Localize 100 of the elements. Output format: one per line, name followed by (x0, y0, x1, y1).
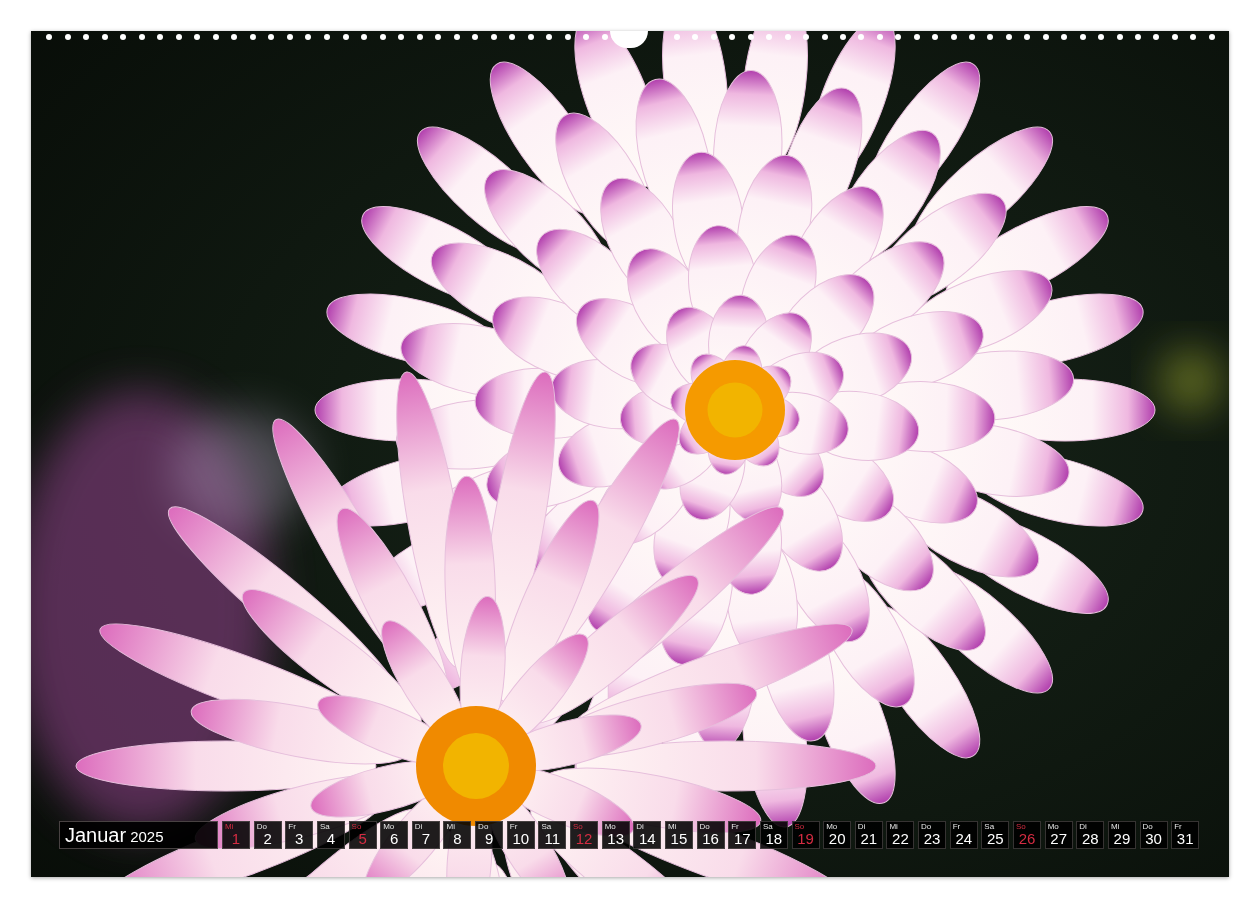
day-number: 9 (484, 831, 494, 847)
binding-hole-icon (305, 34, 312, 40)
weekday-label: Fr (951, 822, 961, 831)
weekday-label: Mo (825, 822, 838, 831)
month-name: Januar (65, 823, 127, 847)
binding-hole-icon (932, 34, 939, 40)
day-number: 12 (575, 831, 593, 847)
binding-hole-icon (342, 34, 349, 40)
day-number: 15 (670, 831, 688, 847)
binding-hole-icon (64, 34, 71, 40)
binding-hole-icon (1171, 34, 1178, 40)
weekday-label: Mo (382, 822, 395, 831)
day-number: 21 (860, 831, 878, 847)
day-number: 14 (638, 831, 656, 847)
weekday-label: Sa (540, 822, 552, 831)
binding-hole-icon (120, 34, 127, 40)
day-number: 18 (765, 831, 783, 847)
binding-hole-icon (969, 34, 975, 40)
weekday-label: Di (413, 822, 423, 831)
day-number: 29 (1113, 831, 1131, 847)
binding-hole-icon (527, 34, 534, 40)
binding-hole-icon (323, 34, 330, 40)
weekday-label: Mo (1046, 822, 1059, 831)
weekday-label: Mi (224, 822, 234, 831)
weekday-label: Di (1078, 822, 1087, 831)
binding-hole-icon (1005, 34, 1012, 40)
weekday-label: Fr (1173, 822, 1182, 831)
binding-hole-icon (895, 34, 902, 40)
binding-hole-icon (601, 34, 608, 40)
binding-hole-icon (1190, 34, 1197, 40)
binding-hole-icon (747, 34, 754, 40)
binding-hole-icon (1153, 34, 1160, 40)
day-number: 24 (955, 831, 973, 847)
binding-hole-icon (950, 34, 957, 40)
binding-hole-icon (286, 34, 293, 40)
day-number: 3 (295, 831, 304, 847)
weekday-label: Mi (445, 822, 455, 831)
binding-hole-icon (583, 34, 590, 40)
day-number: 8 (453, 831, 462, 847)
weekday-label: So (793, 822, 805, 831)
binding-hole-icon (212, 34, 219, 40)
binding-hole-icon (1079, 34, 1086, 40)
weekday-label: Sa (983, 822, 995, 831)
binding-hole-icon (1116, 34, 1123, 40)
binding-hole-icon (803, 34, 810, 40)
day-number: 30 (1145, 831, 1162, 847)
weekday-label: Do (477, 822, 489, 831)
day-number: 22 (892, 831, 909, 847)
day-number: 2 (263, 831, 272, 847)
weekday-label: Do (1141, 822, 1153, 831)
day-number: 6 (390, 831, 399, 847)
binding-hole-icon (472, 34, 479, 40)
binding-hole-icon (83, 34, 90, 40)
day-number: 26 (1018, 831, 1036, 847)
year-label: 2025 (130, 827, 164, 847)
binding-hole-icon (821, 34, 828, 40)
binding-hole-icon (784, 34, 791, 40)
day-number: 31 (1176, 831, 1194, 847)
weekday-label: Mi (666, 822, 677, 831)
weekday-label: So (350, 822, 362, 831)
binding-hole-icon (1061, 34, 1068, 40)
binding-hole-icon (435, 34, 442, 40)
day-number: 4 (326, 831, 336, 847)
binding-hole-icon (490, 34, 497, 40)
binding-hole-icon (674, 34, 680, 40)
weekday-label: Do (920, 822, 932, 831)
weekday-label: Do (698, 822, 710, 831)
binding-hole-icon (710, 34, 717, 40)
binding-hole-icon (766, 34, 773, 40)
weekday-label: So (1015, 822, 1026, 831)
binding-hole-icon (361, 34, 368, 40)
weekday-label: Di (635, 822, 644, 831)
binding-hole-icon (101, 34, 108, 40)
day-number: 5 (358, 831, 367, 847)
binding-hole-icon (1042, 34, 1049, 40)
day-number: 7 (421, 831, 430, 847)
binding-hole-icon (249, 34, 256, 40)
binding-hole-icon (1024, 34, 1031, 40)
binding-hole-icon (194, 34, 201, 40)
day-number: 27 (1050, 831, 1067, 847)
day-number: 16 (702, 831, 719, 847)
day-number: 20 (828, 831, 846, 847)
binding-hole-icon (987, 34, 994, 40)
binding-hole-icon (453, 34, 460, 40)
binding-hole-icon (157, 34, 164, 40)
weekday-label: Mi (888, 822, 898, 831)
binding-hole-icon (839, 34, 846, 40)
day-number: 23 (923, 831, 941, 847)
weekday-label: Sa (761, 822, 773, 831)
binding-hole-icon (46, 34, 52, 40)
day-number: 1 (231, 831, 241, 847)
binding-hole-icon (692, 34, 699, 40)
day-number: 10 (512, 831, 530, 847)
weekday-label: Di (856, 822, 866, 831)
binding-hole-icon (564, 34, 571, 40)
binding-hole-icon (398, 34, 405, 40)
weekday-label: Do (255, 822, 267, 831)
weekday-label: Mo (603, 822, 616, 831)
day-number: 19 (797, 831, 814, 847)
day-number: 11 (544, 831, 561, 847)
